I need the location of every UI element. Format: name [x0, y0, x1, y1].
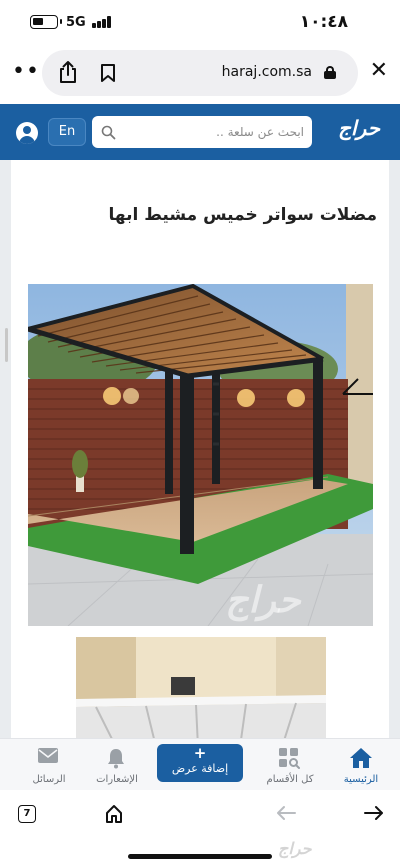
- nav-home[interactable]: الرئيسية: [326, 745, 396, 789]
- home-button-icon[interactable]: [104, 804, 124, 824]
- tabs-button[interactable]: 7: [18, 805, 36, 823]
- footer-watermark: حراج: [278, 839, 312, 858]
- share-icon[interactable]: [58, 60, 78, 84]
- post-photo-2[interactable]: [76, 637, 326, 738]
- browser-toolbar: 7 حراج: [0, 790, 400, 865]
- bell-icon: [108, 749, 124, 769]
- post-card: مضلات سواتر خميس مشيط ابها حراج: [11, 160, 389, 738]
- search-input[interactable]: [122, 120, 304, 144]
- forward-arrow-icon[interactable]: [364, 805, 384, 821]
- close-icon[interactable]: ✕: [370, 58, 388, 83]
- network-type: 5G: [66, 15, 86, 30]
- url-text: haraj.com.sa: [221, 64, 312, 80]
- signal-icon: [92, 16, 114, 28]
- status-bar: 5G ١٠:٤٨: [0, 0, 400, 44]
- nav-messages[interactable]: الرسائل: [14, 745, 84, 789]
- bottom-nav: الرسائل الإشعارات + إضافة عرض كل الأقسام…: [0, 738, 400, 790]
- plus-icon: +: [193, 744, 207, 762]
- search-icon[interactable]: [101, 125, 116, 140]
- mail-icon: [38, 748, 58, 763]
- pergola-image: حراج: [28, 284, 373, 626]
- nav-notifications-label: الإشعارات: [96, 774, 138, 785]
- nav-notifications[interactable]: الإشعارات: [82, 745, 152, 789]
- nav-categories[interactable]: كل الأقسام: [255, 745, 325, 789]
- language-button[interactable]: En: [48, 118, 86, 146]
- bookmark-icon[interactable]: [100, 63, 116, 83]
- nav-categories-label: كل الأقسام: [266, 774, 314, 785]
- pergola-image-2: [76, 637, 326, 738]
- lock-icon: [324, 66, 336, 79]
- browser-address-bar: ••• haraj.com.sa ✕: [0, 44, 400, 104]
- home-icon: [350, 748, 372, 768]
- add-ad-label: إضافة عرض: [171, 762, 229, 775]
- haraj-logo[interactable]: حراج: [338, 116, 380, 140]
- add-ad-button[interactable]: + إضافة عرض: [157, 744, 243, 782]
- nav-messages-label: الرسائل: [32, 774, 66, 785]
- status-time: ١٠:٤٨: [299, 12, 348, 32]
- photo-watermark: حراج: [225, 580, 302, 622]
- user-avatar-icon[interactable]: [16, 122, 38, 144]
- home-indicator: [128, 854, 272, 859]
- scroll-indicator: [5, 328, 8, 362]
- search-box[interactable]: [92, 116, 312, 148]
- post-title: مضلات سواتر خميس مشيط ابها: [108, 205, 377, 225]
- nav-home-label: الرئيسية: [343, 774, 379, 785]
- site-header: En حراج: [0, 104, 400, 160]
- main-content[interactable]: مضلات سواتر خميس مشيط ابها حراج: [0, 160, 400, 738]
- battery-icon: [30, 15, 62, 29]
- url-field[interactable]: haraj.com.sa: [42, 50, 358, 96]
- back-arrow-icon[interactable]: [276, 805, 296, 821]
- categories-icon: [279, 748, 300, 769]
- post-photo[interactable]: حراج: [28, 284, 373, 626]
